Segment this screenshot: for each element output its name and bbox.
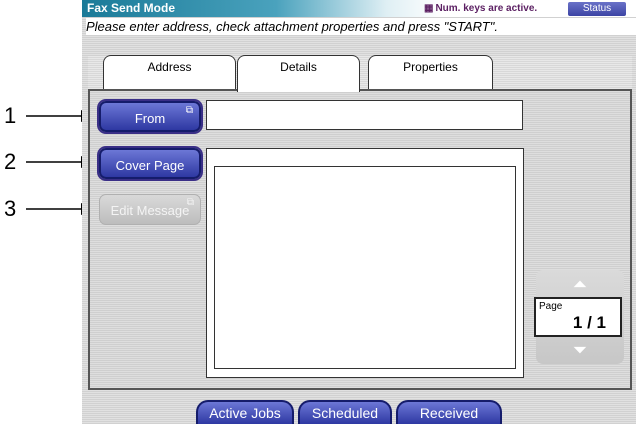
page-indicator: Page 1 / 1 [534, 297, 622, 337]
edit-message-button: Edit Message ⧉ [99, 194, 201, 225]
double-chevron-up-icon[interactable]: ⏶ [562, 273, 598, 295]
tab-details[interactable]: Details [237, 55, 360, 92]
page-scroller: ⏶ Page 1 / 1 ⏷ [534, 270, 624, 364]
from-button[interactable]: From ⧉ [99, 101, 201, 132]
numkeys-indicator: ▦ Num. keys are active. [424, 0, 537, 17]
from-button-label: From [134, 111, 166, 126]
tab-address[interactable]: Address [103, 55, 236, 90]
from-field[interactable] [206, 100, 523, 130]
scheduled-tab[interactable]: Scheduled [298, 400, 392, 424]
popup-window-icon: ⧉ [185, 105, 193, 116]
callout-number-2: 2 [4, 149, 17, 174]
active-jobs-tab[interactable]: Active Jobs [196, 400, 294, 424]
tab-properties[interactable]: Properties [368, 55, 493, 90]
callout-number-3: 3 [4, 196, 17, 221]
page-label: Page [539, 301, 563, 312]
message-display-box [214, 166, 516, 369]
keypad-grid-icon: ▦ [424, 3, 434, 14]
fax-send-panel: Fax Send Mode ▦ Num. keys are active. Sta… [82, 0, 636, 424]
edit-message-label: Edit Message [110, 203, 190, 218]
status-button[interactable]: Status [568, 2, 626, 16]
popup-window-icon: ⧉ [186, 197, 194, 208]
instruction-text: Please enter address, check attachment p… [86, 18, 636, 35]
numkeys-text: Num. keys are active. [435, 3, 538, 14]
page-value: 1 / 1 [572, 313, 606, 332]
callout-number-1: 1 [4, 103, 17, 128]
received-tab[interactable]: Received [396, 400, 502, 424]
double-chevron-down-icon[interactable]: ⏷ [562, 339, 598, 361]
title-bar: Fax Send Mode [82, 0, 636, 17]
window-title: Fax Send Mode [87, 1, 176, 15]
cover-page-button[interactable]: Cover Page [99, 148, 201, 179]
